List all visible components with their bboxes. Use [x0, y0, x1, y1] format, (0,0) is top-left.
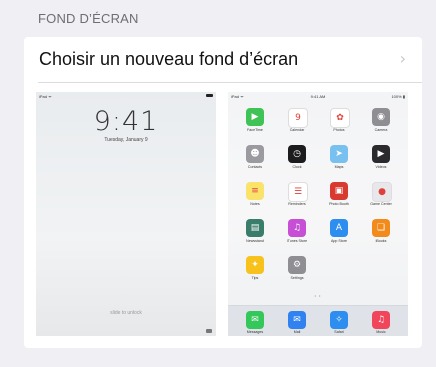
app-grid: ▶ FaceTime 9 Calendar ✿ Photos ◉ Camera ☻ Contact…: [234, 106, 402, 291]
app-safari: ✧ Safari: [318, 310, 360, 336]
app-photos: ✿ Photos: [318, 106, 360, 143]
app-label: Videos: [375, 165, 387, 169]
camera-icon: [206, 329, 212, 333]
app-label: Notes: [250, 202, 260, 206]
itunes-icon: ♫: [288, 219, 306, 237]
divider: [38, 82, 422, 83]
status-battery: 100% ▮: [391, 94, 405, 99]
app-reminders: ☰ Reminders: [276, 180, 318, 217]
app-label: Mail: [293, 330, 301, 334]
reminders-icon: ☰: [288, 182, 308, 202]
app-settings: ⚙ Settings: [276, 254, 318, 291]
dock: ✉ Messages ✉ Mail ✧ Safari ♫ Music: [228, 305, 408, 336]
app-music: ♫ Music: [360, 310, 402, 336]
videos-icon: ▶: [372, 145, 390, 163]
app-label: Settings: [290, 276, 304, 280]
app-label: Game Center: [370, 202, 392, 206]
chevron-right-icon: ›: [399, 49, 406, 68]
app-label: App Store: [331, 239, 347, 243]
messages-icon: ✉: [246, 311, 264, 329]
page-dots: • •: [314, 293, 322, 298]
app-label: Tips: [251, 276, 259, 280]
home-screen-preview[interactable]: iPad ᯤ 9:41 AM 100% ▮ ▶ FaceTime 9 Calendar…: [228, 92, 408, 336]
calendar-icon: 9: [288, 108, 308, 128]
app-label: Maps: [334, 165, 344, 169]
dock-grid: ✉ Messages ✉ Mail ✧ Safari ♫ Music: [234, 310, 402, 336]
app-tips: ✦ Tips: [234, 254, 276, 291]
app-itunes-store: ♫ iTunes Store: [276, 217, 318, 254]
app-label: Messages: [246, 330, 264, 334]
app-facetime: ▶ FaceTime: [234, 106, 276, 143]
app-newsstand: ▤ Newsstand: [234, 217, 276, 254]
newsstand-icon: ▤: [246, 219, 264, 237]
slide-to-unlock: slide to unlock: [110, 310, 142, 316]
app-label: Photo Booth: [329, 202, 349, 206]
app-label: Reminders: [288, 202, 306, 206]
app-notes: ≡ Notes: [234, 180, 276, 217]
lock-time: 9:41: [93, 106, 159, 137]
lock-screen-preview[interactable]: iPad ᯤ 9:41 Tuesday, January 9 slide to …: [36, 92, 216, 336]
app-label: Camera: [374, 128, 388, 132]
appstore-icon: A: [330, 219, 348, 237]
status-carrier: iPad ᯤ: [39, 94, 52, 99]
photobooth-icon: ▣: [330, 182, 348, 200]
app-videos: ▶ Videos: [360, 143, 402, 180]
ibooks-icon: ❑: [372, 219, 390, 237]
tips-icon: ✦: [246, 256, 264, 274]
maps-icon: ➤: [330, 145, 348, 163]
lock-date: Tuesday, January 9: [104, 137, 148, 143]
app-label: Photos: [333, 128, 345, 132]
app-app-store: A App Store: [318, 217, 360, 254]
status-time: 9:41 AM: [310, 94, 326, 99]
gamecenter-icon: ●: [372, 182, 392, 202]
app-messages: ✉ Messages: [234, 310, 276, 336]
contacts-icon: ☻: [246, 145, 264, 163]
mail-icon: ✉: [288, 311, 306, 329]
section-header: FOND D’ÉCRAN: [38, 11, 139, 26]
app-label: Calendar: [289, 128, 305, 132]
facetime-icon: ▶: [246, 108, 264, 126]
choose-wallpaper-row[interactable]: Choisir un nouveau fond d’écran ›: [24, 37, 422, 82]
notes-icon: ≡: [246, 182, 264, 200]
choose-wallpaper-label: Choisir un nouveau fond d’écran: [39, 49, 299, 69]
wallpaper-card: Choisir un nouveau fond d’écran › iPad ᯤ…: [24, 37, 422, 348]
app-clock: ◷ Clock: [276, 143, 318, 180]
app-label: Newsstand: [246, 239, 264, 243]
status-bar: iPad ᯤ: [36, 92, 216, 100]
app-photo-booth: ▣ Photo Booth: [318, 180, 360, 217]
app-contacts: ☻ Contacts: [234, 143, 276, 180]
app-mail: ✉ Mail: [276, 310, 318, 336]
app-label: iTunes Store: [286, 239, 308, 243]
app-label: Contacts: [247, 165, 263, 169]
app-ibooks: ❑ iBooks: [360, 217, 402, 254]
camera-icon: ◉: [372, 108, 390, 126]
status-bar: iPad ᯤ 9:41 AM 100% ▮: [228, 92, 408, 100]
photos-icon: ✿: [330, 108, 350, 128]
app-calendar: 9 Calendar: [276, 106, 318, 143]
app-maps: ➤ Maps: [318, 143, 360, 180]
app-label: FaceTime: [247, 128, 263, 132]
app-label: Clock: [292, 165, 302, 169]
clock-icon: ◷: [288, 145, 306, 163]
app-label: Music: [376, 330, 386, 334]
app-camera: ◉ Camera: [360, 106, 402, 143]
battery-icon: [206, 94, 213, 97]
app-label: Safari: [334, 330, 344, 334]
music-icon: ♫: [372, 311, 390, 329]
settings-icon: ⚙: [288, 256, 306, 274]
safari-icon: ✧: [330, 311, 348, 329]
app-label: iBooks: [375, 239, 387, 243]
app-game-center: ● Game Center: [360, 180, 402, 217]
